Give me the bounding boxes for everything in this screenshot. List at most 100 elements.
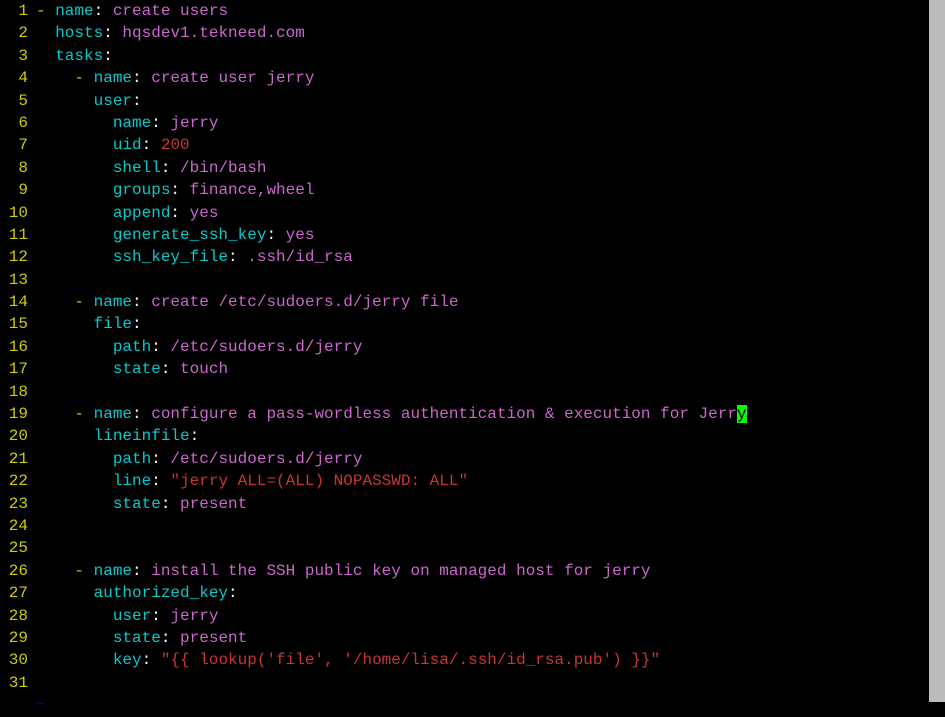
line-number: 23 [0,493,28,515]
code-token: path [113,338,151,356]
code-line[interactable]: - name: create user jerry [36,67,945,89]
code-line[interactable]: authorized_key: [36,582,945,604]
code-line[interactable]: user: [36,90,945,112]
code-token: name [94,562,132,580]
vim-editor[interactable]: 1234567891011121314151617181920212223242… [0,0,945,709]
line-number: 21 [0,448,28,470]
line-number: 13 [0,269,28,291]
code-token: hosts [55,24,103,42]
code-line[interactable]: uid: 200 [36,134,945,156]
code-token: : [132,562,142,580]
code-token [36,248,113,266]
code-token: - [74,69,93,87]
code-line[interactable]: state: present [36,493,945,515]
code-line[interactable]: - name: create /etc/sudoers.d/jerry file [36,291,945,313]
code-token: - [74,405,93,423]
code-token [36,405,74,423]
line-number-gutter: 1234567891011121314151617181920212223242… [0,0,36,709]
code-line[interactable] [36,515,945,537]
code-token [36,472,113,490]
code-token [36,159,113,177]
code-line[interactable]: - name: configure a pass-wordless authen… [36,403,945,425]
code-line[interactable]: - name: create users [36,0,945,22]
code-token: ssh_key_file [113,248,228,266]
code-token: : [132,293,142,311]
line-number: 30 [0,649,28,671]
line-number: 14 [0,291,28,313]
line-number: 10 [0,202,28,224]
code-line[interactable]: append: yes [36,202,945,224]
line-number: 22 [0,470,28,492]
code-token: : [132,69,142,87]
code-line[interactable]: name: jerry [36,112,945,134]
code-token: tasks [55,47,103,65]
code-token: .ssh/id_rsa [238,248,353,266]
code-token [36,114,113,132]
code-token: name [94,405,132,423]
code-token: : [228,248,238,266]
line-number: 26 [0,560,28,582]
code-token: : [103,47,113,65]
code-token: key [113,651,142,669]
code-line[interactable] [36,537,945,559]
code-token [36,92,94,110]
code-line[interactable]: - name: install the SSH public key on ma… [36,560,945,582]
code-line[interactable]: path: /etc/sudoers.d/jerry [36,448,945,470]
code-token: append [113,204,171,222]
code-token: /etc/sudoers.d/jerry [161,338,363,356]
line-number: 16 [0,336,28,358]
code-token: : [266,226,276,244]
code-line[interactable]: file: [36,313,945,335]
code-token [36,629,113,647]
line-number: 18 [0,381,28,403]
code-line[interactable]: key: "{{ lookup('file', '/home/lisa/.ssh… [36,649,945,671]
code-token: yes [180,204,218,222]
code-line[interactable]: lineinfile: [36,425,945,447]
code-line[interactable]: shell: /bin/bash [36,157,945,179]
code-token: line [113,472,151,490]
code-token: create /etc/sudoers.d/jerry file [142,293,459,311]
code-token: /bin/bash [170,159,266,177]
line-number: 3 [0,45,28,67]
scrollbar[interactable] [929,0,945,702]
code-line[interactable]: ssh_key_file: .ssh/id_rsa [36,246,945,268]
code-token: uid [113,136,142,154]
code-line[interactable]: groups: finance,wheel [36,179,945,201]
code-line[interactable] [36,672,945,694]
code-token: : [170,204,180,222]
code-token: generate_ssh_key [113,226,267,244]
code-area[interactable]: - name: create users hosts: hqsdev1.tekn… [36,0,945,709]
line-number: 19 [0,403,28,425]
line-number: 1 [0,0,28,22]
code-line[interactable]: generate_ssh_key: yes [36,224,945,246]
code-token: y [737,405,747,423]
code-token: : [161,495,171,513]
code-line[interactable]: tasks: [36,45,945,67]
code-line[interactable]: state: touch [36,358,945,380]
code-token [36,495,113,513]
code-token [36,315,94,333]
code-token: present [170,629,247,647]
code-line[interactable] [36,269,945,291]
code-token [36,562,74,580]
code-token: jerry [161,607,219,625]
code-token: create user jerry [142,69,315,87]
code-token: - [74,293,93,311]
code-line[interactable]: line: "jerry ALL=(ALL) NOPASSWD: ALL" [36,470,945,492]
code-line[interactable]: user: jerry [36,605,945,627]
code-token: configure a pass-wordless authentication… [142,405,737,423]
line-number: 4 [0,67,28,89]
code-token: state [113,629,161,647]
line-number: 17 [0,358,28,380]
code-token: : [170,181,180,199]
code-token: : [151,472,161,490]
line-number: 5 [0,90,28,112]
code-token: : [161,159,171,177]
code-line[interactable] [36,381,945,403]
code-token: install the SSH public key on managed ho… [142,562,651,580]
line-number: 29 [0,627,28,649]
code-line[interactable]: path: /etc/sudoers.d/jerry [36,336,945,358]
code-line[interactable]: hosts: hqsdev1.tekneed.com [36,22,945,44]
code-token: lineinfile [94,427,190,445]
code-line[interactable]: state: present [36,627,945,649]
